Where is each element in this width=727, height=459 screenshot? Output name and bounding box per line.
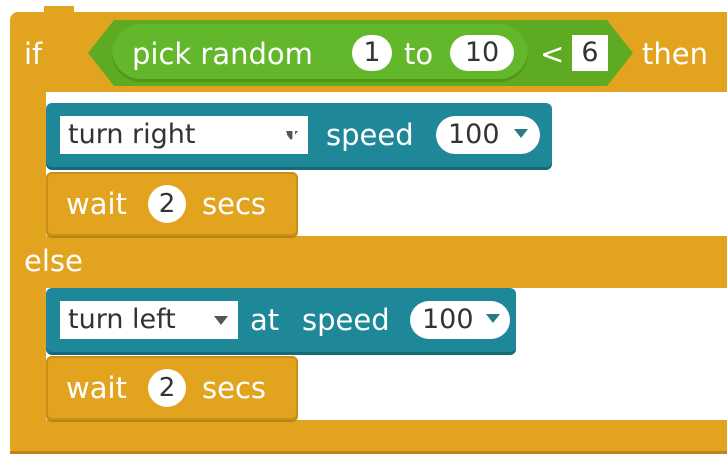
less-than-symbol: <	[540, 37, 565, 71]
block-shadow	[10, 451, 727, 454]
speed-value: 100	[448, 119, 500, 150]
speed-dropdown[interactable]: 100	[410, 301, 510, 339]
if-arm	[10, 88, 46, 240]
else-label: else	[24, 244, 83, 278]
random-to-input[interactable]: 10	[450, 35, 514, 71]
if-label: if	[24, 37, 43, 71]
secs-label: secs	[202, 187, 267, 221]
speed-label: speed	[326, 118, 414, 152]
wait-label: wait	[66, 371, 127, 405]
then-label: then	[642, 37, 708, 71]
random-from-input[interactable]: 1	[352, 35, 392, 71]
to-label: to	[404, 37, 434, 71]
direction-value: turn left	[68, 304, 176, 335]
direction-dropdown[interactable]: turn left	[60, 301, 238, 339]
direction-value: turn right	[68, 119, 196, 150]
wait-seconds-input[interactable]: 2	[148, 185, 186, 223]
speed-value: 100	[422, 304, 474, 335]
wait-seconds-input[interactable]: 2	[148, 369, 186, 407]
dropdown-arrow-icon	[514, 129, 528, 138]
else-header[interactable]	[10, 236, 727, 288]
wait-block[interactable]: wait 2 secs	[46, 172, 298, 236]
wait-label: wait	[66, 187, 127, 221]
turn-right-block[interactable]: turn right at speed 100	[46, 103, 552, 167]
pick-random-label: pick random	[132, 37, 313, 71]
at-label: at	[250, 303, 280, 337]
speed-label: speed	[302, 303, 390, 337]
dropdown-arrow-icon	[214, 316, 228, 325]
at-label: at	[272, 118, 302, 152]
speed-dropdown[interactable]: 100	[436, 116, 540, 154]
compare-value-input[interactable]: 6	[572, 35, 608, 71]
if-else-footer	[10, 420, 727, 454]
direction-dropdown[interactable]: turn right	[60, 116, 308, 154]
turn-left-block[interactable]: turn left at speed 100	[46, 288, 516, 352]
dropdown-arrow-icon	[486, 314, 500, 323]
wait-block[interactable]: wait 2 secs	[46, 356, 298, 420]
else-arm	[10, 286, 46, 422]
secs-label: secs	[202, 371, 267, 405]
script-canvas: if then else pick random 1 to 10 < 6 tur…	[0, 0, 727, 459]
